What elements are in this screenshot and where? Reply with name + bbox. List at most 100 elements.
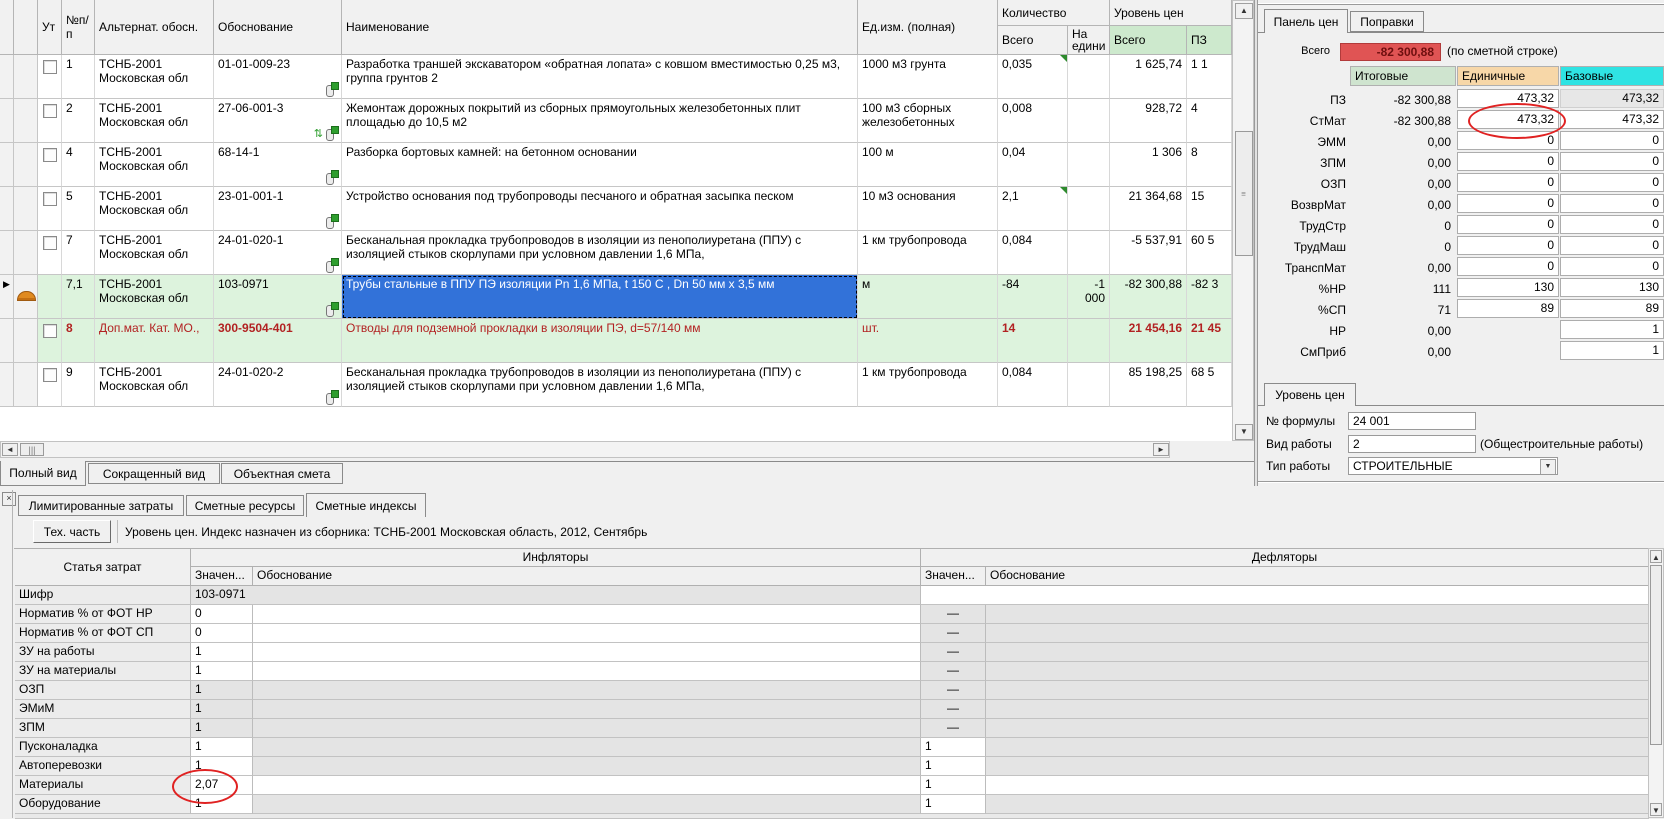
- infl-value-cell[interactable]: 1: [191, 757, 253, 776]
- note-icon[interactable]: [326, 214, 339, 228]
- qty-per-cell[interactable]: [1068, 143, 1110, 187]
- approve-cell[interactable]: [38, 99, 62, 143]
- qty-cell[interactable]: 2,1: [998, 187, 1068, 231]
- num-cell[interactable]: 9: [62, 363, 95, 407]
- work-kind-input[interactable]: 2: [1348, 435, 1476, 453]
- defl-justification-cell[interactable]: [986, 700, 1649, 719]
- infl-value-cell[interactable]: 1: [191, 719, 253, 738]
- unit-cell[interactable]: м: [858, 275, 998, 319]
- approve-cell[interactable]: [38, 231, 62, 275]
- defl-justification-cell[interactable]: [986, 719, 1649, 738]
- col-header-qty-total[interactable]: Всего: [998, 26, 1068, 55]
- scroll-up-button[interactable]: ▲: [1235, 3, 1253, 19]
- defl-justification-cell[interactable]: [986, 624, 1649, 643]
- unit-value[interactable]: 0: [1457, 236, 1559, 255]
- scroll-thumb[interactable]: ≡: [1235, 131, 1253, 256]
- justification-cell[interactable]: 24-01-020-1: [214, 231, 342, 275]
- infl-value-cell[interactable]: 1: [191, 700, 253, 719]
- justification-cell[interactable]: 300-9504-401: [214, 319, 342, 363]
- qty-cell[interactable]: 0,084: [998, 363, 1068, 407]
- approve-checkbox[interactable]: [43, 192, 57, 206]
- pz-cell[interactable]: 1 1: [1187, 55, 1232, 99]
- column-header-unit[interactable]: Единичные: [1457, 66, 1559, 86]
- base-value[interactable]: 0: [1560, 236, 1664, 255]
- infl-justification-cell[interactable]: [253, 643, 921, 662]
- scroll-thumb[interactable]: [1650, 565, 1662, 745]
- total-cell[interactable]: -5 537,91: [1110, 231, 1187, 275]
- defl-value-cell[interactable]: —: [921, 643, 986, 662]
- infl-value-cell[interactable]: 1: [191, 795, 253, 814]
- scroll-right-button[interactable]: ►: [1153, 443, 1169, 456]
- pz-cell[interactable]: -82 3: [1187, 275, 1232, 319]
- tab-short-view[interactable]: Сокращенный вид: [88, 463, 220, 484]
- col-header-price-level-group[interactable]: Уровень цен: [1110, 0, 1232, 26]
- infl-value-cell[interactable]: 103-0971: [191, 586, 921, 605]
- col-header-num[interactable]: №п/п: [62, 0, 95, 55]
- col-header-justification[interactable]: Обоснование: [214, 0, 342, 55]
- base-value[interactable]: 0: [1560, 215, 1664, 234]
- unit-cell[interactable]: 1000 м3 грунта: [858, 55, 998, 99]
- close-icon[interactable]: ×: [2, 492, 16, 506]
- unit-cell[interactable]: 100 м3 сборных железобетонных: [858, 99, 998, 143]
- col-header-infl-justification[interactable]: Обоснование: [253, 567, 921, 586]
- qty-cell[interactable]: 0,008: [998, 99, 1068, 143]
- defl-value-cell[interactable]: —: [921, 719, 986, 738]
- tab-estimate-indexes[interactable]: Сметные индексы: [306, 493, 426, 517]
- defl-value-cell[interactable]: 1: [921, 738, 986, 757]
- qty-per-cell[interactable]: -1 000: [1068, 275, 1110, 319]
- justification-cell[interactable]: 68-14-1: [214, 143, 342, 187]
- infl-value-cell[interactable]: 0: [191, 624, 253, 643]
- scroll-up-button[interactable]: ▲: [1650, 550, 1662, 563]
- tab-price-panel[interactable]: Панель цен: [1264, 9, 1348, 33]
- scroll-down-button[interactable]: ▼: [1235, 424, 1253, 440]
- qty-per-cell[interactable]: [1068, 99, 1110, 143]
- approve-checkbox[interactable]: [43, 324, 57, 338]
- col-header-ut[interactable]: Ут: [38, 0, 62, 55]
- defl-justification-cell[interactable]: [986, 681, 1649, 700]
- qty-cell[interactable]: 0,084: [998, 231, 1068, 275]
- grid-horizontal-scrollbar[interactable]: ◄ ||| ►: [0, 441, 1170, 458]
- approve-checkbox[interactable]: [43, 148, 57, 162]
- infl-value-cell[interactable]: 1: [191, 662, 253, 681]
- num-cell[interactable]: 4: [62, 143, 95, 187]
- unit-value[interactable]: 89: [1457, 299, 1559, 318]
- qty-cell[interactable]: 0,04: [998, 143, 1068, 187]
- scroll-thumb[interactable]: |||: [20, 443, 44, 456]
- scroll-down-button[interactable]: ▼: [1650, 803, 1662, 816]
- note-icon[interactable]: [326, 258, 339, 272]
- col-header-infl-value[interactable]: Значен...: [191, 567, 253, 586]
- alt-cell[interactable]: ТСНБ-2001 Московская обл: [95, 187, 214, 231]
- tab-object-estimate[interactable]: Объектная смета: [221, 463, 343, 484]
- tab-estimate-resources[interactable]: Сметные ресурсы: [186, 495, 304, 516]
- total-cell[interactable]: 21 454,16: [1110, 319, 1187, 363]
- qty-per-cell[interactable]: [1068, 319, 1110, 363]
- defl-value-cell[interactable]: —: [921, 662, 986, 681]
- col-header-defl-justification[interactable]: Обоснование: [986, 567, 1649, 586]
- name-cell-selected[interactable]: Трубы стальные в ППУ ПЭ изоляции Pn 1,6 …: [342, 275, 858, 319]
- base-value[interactable]: 0: [1560, 152, 1664, 171]
- qty-per-cell[interactable]: [1068, 363, 1110, 407]
- approve-checkbox[interactable]: [43, 236, 57, 250]
- infl-value-cell[interactable]: 1: [191, 738, 253, 757]
- column-header-totals[interactable]: Итоговые: [1350, 66, 1456, 86]
- approve-cell[interactable]: [38, 275, 62, 319]
- num-cell[interactable]: 7: [62, 231, 95, 275]
- base-value[interactable]: 1: [1560, 320, 1664, 339]
- qty-per-cell[interactable]: [1068, 231, 1110, 275]
- name-cell[interactable]: Бесканальная прокладка трубопроводов в и…: [342, 363, 858, 407]
- total-cell[interactable]: 928,72: [1110, 99, 1187, 143]
- col-header-marker[interactable]: [0, 0, 14, 55]
- num-cell[interactable]: 7,1: [62, 275, 95, 319]
- justification-cell[interactable]: 23-01-001-1: [214, 187, 342, 231]
- justification-cell[interactable]: 01-01-009-23: [214, 55, 342, 99]
- base-value[interactable]: 0: [1560, 173, 1664, 192]
- pz-cell[interactable]: 60 5: [1187, 231, 1232, 275]
- unit-value[interactable]: 0: [1457, 215, 1559, 234]
- note-icon[interactable]: [326, 170, 339, 184]
- pz-cell[interactable]: 4: [1187, 99, 1232, 143]
- col-header-defl-value[interactable]: Значен...: [921, 567, 986, 586]
- total-cell[interactable]: -82 300,88: [1110, 275, 1187, 319]
- alt-cell[interactable]: ТСНБ-2001 Московская обл: [95, 99, 214, 143]
- unit-value[interactable]: 473,32: [1457, 110, 1559, 129]
- index-table-scrollbar[interactable]: ▲ ▼: [1648, 548, 1664, 818]
